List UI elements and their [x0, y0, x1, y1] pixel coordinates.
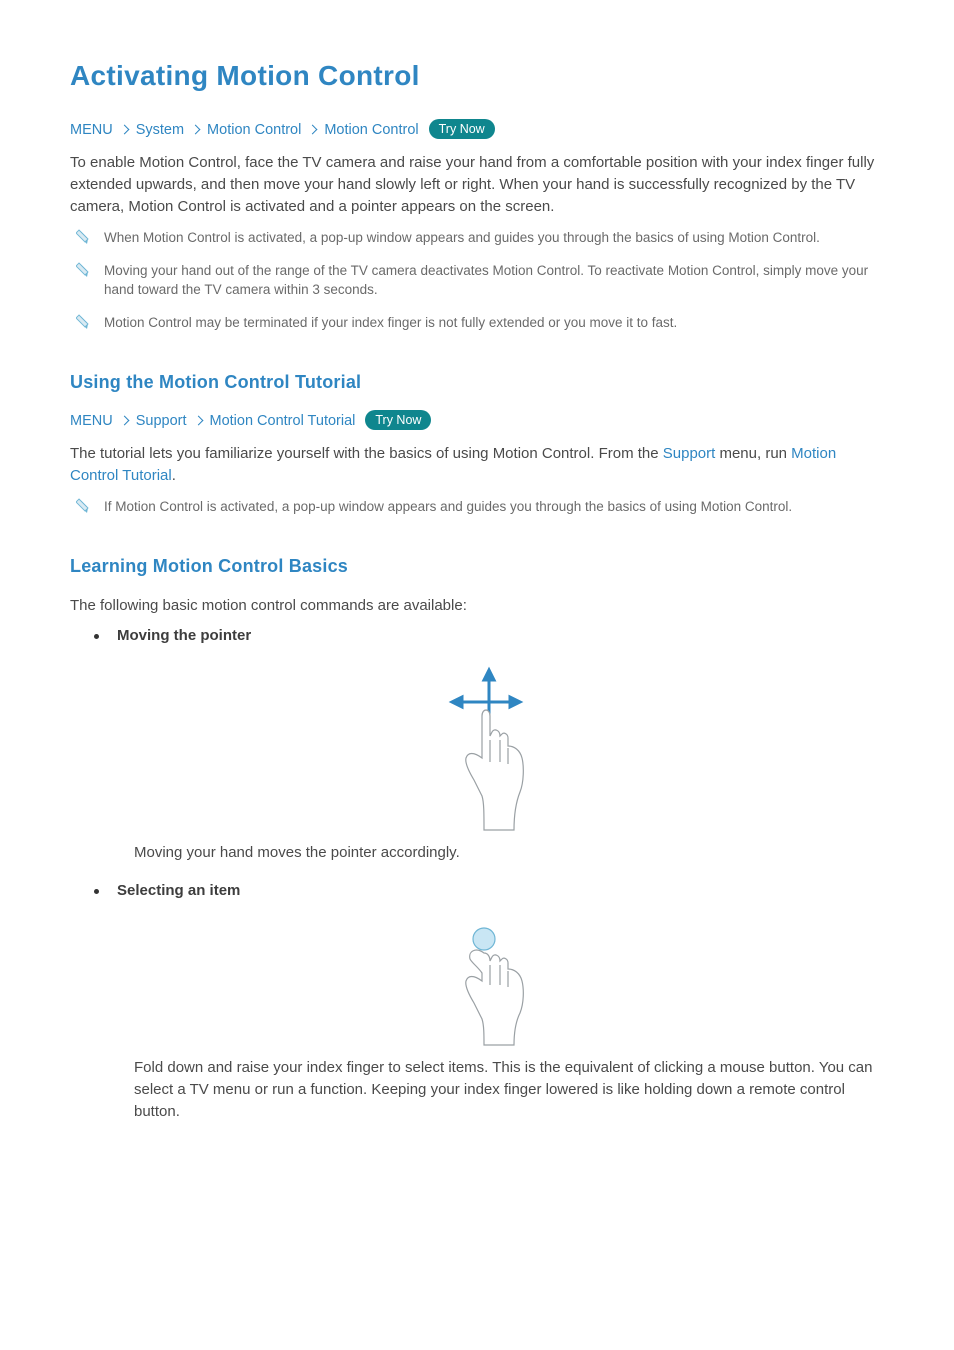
note-list: When Motion Control is activated, a pop-…	[70, 228, 884, 332]
note-item: Motion Control may be terminated if your…	[76, 313, 884, 332]
breadcrumb-item[interactable]: Motion Control Tutorial	[210, 413, 356, 429]
bullet-list: Moving the pointer	[70, 627, 884, 1123]
page: Activating Motion Control MENU System Mo…	[0, 0, 954, 1350]
note-item: When Motion Control is activated, a pop-…	[76, 228, 884, 247]
hand-select-icon	[434, 917, 544, 1047]
breadcrumb-item[interactable]: Support	[136, 413, 187, 429]
note-text: When Motion Control is activated, a pop-…	[104, 228, 820, 247]
figure-select-item	[94, 917, 884, 1047]
section-heading: Using the Motion Control Tutorial	[70, 372, 884, 393]
item-label: Selecting an item	[117, 882, 240, 899]
touch-circle-icon	[473, 928, 495, 950]
body-paragraph: The tutorial lets you familiarize yourse…	[70, 443, 884, 487]
breadcrumb-item[interactable]: MENU	[70, 413, 113, 429]
breadcrumb-item[interactable]: MENU	[70, 122, 113, 138]
try-now-button[interactable]: Try Now	[429, 119, 495, 139]
figure-move-pointer	[94, 662, 884, 832]
bullet-dot-icon	[94, 634, 99, 639]
section-heading: Learning Motion Control Basics	[70, 556, 884, 577]
pencil-icon	[76, 262, 90, 278]
pencil-icon	[76, 229, 90, 245]
text: The tutorial lets you familiarize yourse…	[70, 445, 663, 462]
chevron-right-icon	[193, 415, 203, 425]
chevron-right-icon	[119, 415, 129, 425]
breadcrumb-item[interactable]: Motion Control	[324, 122, 418, 138]
item-label: Moving the pointer	[117, 627, 251, 644]
list-item: Moving the pointer	[94, 627, 884, 864]
figure-caption: Moving your hand moves the pointer accor…	[134, 842, 884, 864]
note-text: Moving your hand out of the range of the…	[104, 261, 884, 299]
page-title: Activating Motion Control	[70, 60, 884, 92]
hand-move-icon	[434, 662, 544, 832]
breadcrumb: MENU Support Motion Control Tutorial Try…	[70, 411, 884, 431]
note-item: Moving your hand out of the range of the…	[76, 261, 884, 299]
chevron-right-icon	[119, 124, 129, 134]
pencil-icon	[76, 498, 90, 514]
try-now-button[interactable]: Try Now	[365, 410, 431, 430]
breadcrumb-item[interactable]: Motion Control	[207, 122, 301, 138]
note-text: Motion Control may be terminated if your…	[104, 313, 677, 332]
chevron-right-icon	[191, 124, 201, 134]
breadcrumb: MENU System Motion Control Motion Contro…	[70, 120, 884, 140]
text: .	[172, 467, 176, 484]
intro-paragraph: The following basic motion control comma…	[70, 595, 884, 617]
text: menu, run	[715, 445, 791, 462]
chevron-right-icon	[308, 124, 318, 134]
list-item: Selecting an item Fold down and raise yo…	[94, 882, 884, 1123]
note-item: If Motion Control is activated, a pop-up…	[76, 497, 884, 516]
breadcrumb-item[interactable]: System	[136, 122, 184, 138]
intro-paragraph: To enable Motion Control, face the TV ca…	[70, 152, 884, 218]
figure-caption: Fold down and raise your index finger to…	[134, 1057, 884, 1123]
bullet-dot-icon	[94, 889, 99, 894]
note-text: If Motion Control is activated, a pop-up…	[104, 497, 792, 516]
pencil-icon	[76, 314, 90, 330]
note-list: If Motion Control is activated, a pop-up…	[70, 497, 884, 516]
inline-link[interactable]: Support	[663, 445, 716, 462]
